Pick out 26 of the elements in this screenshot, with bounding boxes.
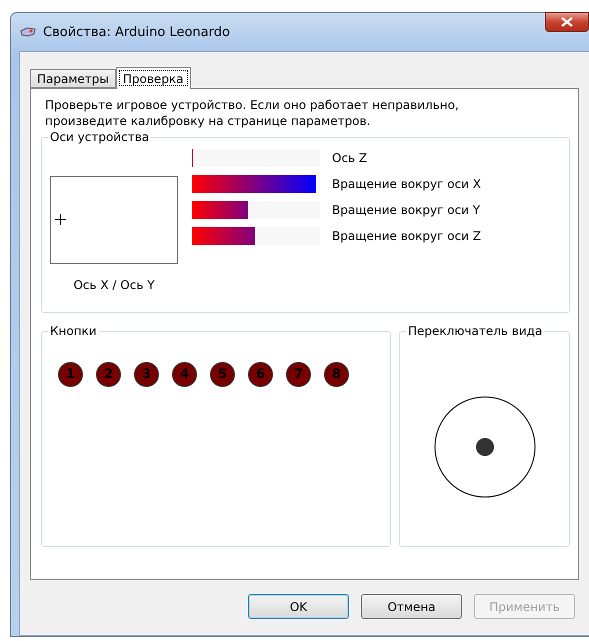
dialog-button[interactable]: Отмена — [361, 594, 462, 619]
tab[interactable]: Проверка — [116, 67, 191, 89]
button-indicator: 4 — [172, 362, 197, 387]
group-title: Кнопки — [48, 324, 99, 338]
group-title: Переключатель вида — [406, 324, 544, 338]
tab[interactable]: Параметры — [30, 69, 116, 88]
button-indicator: 5 — [210, 362, 235, 387]
button-indicator: 7 — [286, 362, 311, 387]
button-indicator: 6 — [248, 362, 273, 387]
group-title: Оси устройства — [48, 130, 152, 144]
axis-label: Вращение вокруг оси Y — [332, 202, 482, 219]
button-indicator: 2 — [96, 362, 121, 387]
axis-label: Ось Z — [332, 150, 368, 167]
crosshair-icon — [55, 214, 66, 225]
close-button[interactable] — [545, 12, 589, 32]
button-indicator: 3 — [134, 362, 159, 387]
axis-label: Вращение вокруг оси X — [332, 176, 482, 193]
button-indicator: 1 — [58, 362, 83, 387]
axis-label: Вращение вокруг оси Z — [332, 228, 482, 245]
instructions-text: Проверьте игровое устройство. Если оно работает неправильно, произведите калибровку на странице параметров. — [45, 97, 460, 129]
dialog-button[interactable]: OK — [248, 594, 349, 619]
xy-axis-label: Ось X / Ось Y — [73, 278, 155, 292]
button-indicator: 8 — [324, 362, 349, 387]
close-icon — [561, 17, 573, 27]
window-title: Свойства: Arduino Leonardo — [43, 24, 230, 40]
gamepad-icon — [19, 25, 37, 39]
